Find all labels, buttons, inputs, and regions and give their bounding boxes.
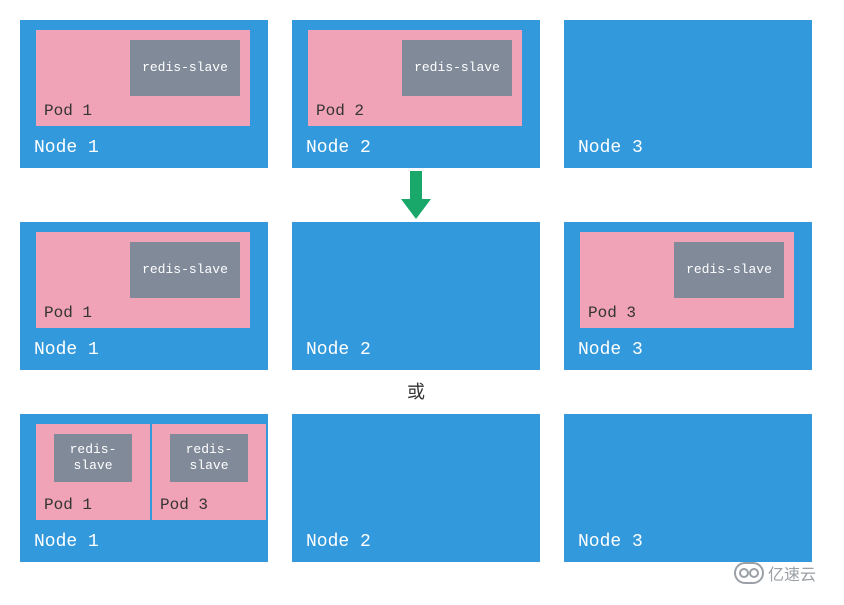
transition-arrow (20, 168, 812, 222)
node-1: redis-slave Pod 1 Node 1 (20, 20, 268, 168)
redis-slave-container: redis- slave (54, 434, 132, 482)
state-before-row: redis-slave Pod 1 Node 1 redis-slave Pod… (20, 20, 824, 168)
pod-label: Pod 2 (316, 102, 364, 120)
pod-label: Pod 1 (44, 496, 92, 514)
redis-slave-container: redis-slave (674, 242, 784, 298)
state-after-b-row: redis- slave Pod 1 redis- slave Pod 3 No… (20, 414, 824, 562)
pod-label: Pod 1 (44, 304, 92, 322)
node-1: redis- slave Pod 1 redis- slave Pod 3 No… (20, 414, 268, 562)
redis-slave-container: redis- slave (170, 434, 248, 482)
container-label: redis- slave (186, 442, 233, 473)
node-label: Node 2 (306, 138, 371, 158)
redis-slave-container: redis-slave (130, 40, 240, 96)
pod-2: redis-slave Pod 2 (308, 30, 522, 126)
node-2: redis-slave Pod 2 Node 2 (292, 20, 540, 168)
node-label: Node 3 (578, 340, 643, 360)
node-1: redis-slave Pod 1 Node 1 (20, 222, 268, 370)
node-label: Node 3 (578, 138, 643, 158)
pod-1: redis-slave Pod 1 (36, 30, 250, 126)
state-after-a-row: redis-slave Pod 1 Node 1 Node 2 redis-sl… (20, 222, 824, 370)
watermark-logo-icon (734, 562, 764, 584)
node-label: Node 1 (34, 532, 99, 552)
container-label: redis-slave (142, 60, 228, 76)
watermark: 亿速云 (734, 561, 816, 585)
node-3: Node 3 (564, 414, 812, 562)
node-3: redis-slave Pod 3 Node 3 (564, 222, 812, 370)
or-label: 或 (20, 378, 812, 404)
pod-1: redis- slave Pod 1 (36, 424, 150, 520)
pod-1: redis-slave Pod 1 (36, 232, 250, 328)
node-2: Node 2 (292, 222, 540, 370)
node-label: Node 3 (578, 532, 643, 552)
container-label: redis-slave (686, 262, 772, 278)
node-label: Node 2 (306, 340, 371, 360)
node-label: Node 1 (34, 340, 99, 360)
container-label: redis- slave (70, 442, 117, 473)
pod-3: redis- slave Pod 3 (152, 424, 266, 520)
pod-3: redis-slave Pod 3 (580, 232, 794, 328)
redis-slave-container: redis-slave (402, 40, 512, 96)
node-label: Node 1 (34, 138, 99, 158)
pod-label: Pod 3 (160, 496, 208, 514)
watermark-text: 亿速云 (768, 561, 816, 585)
container-label: redis-slave (142, 262, 228, 278)
container-label: redis-slave (414, 60, 500, 76)
redis-slave-container: redis-slave (130, 242, 240, 298)
pod-label: Pod 3 (588, 304, 636, 322)
pod-label: Pod 1 (44, 102, 92, 120)
node-3: Node 3 (564, 20, 812, 168)
node-label: Node 2 (306, 532, 371, 552)
node-2: Node 2 (292, 414, 540, 562)
